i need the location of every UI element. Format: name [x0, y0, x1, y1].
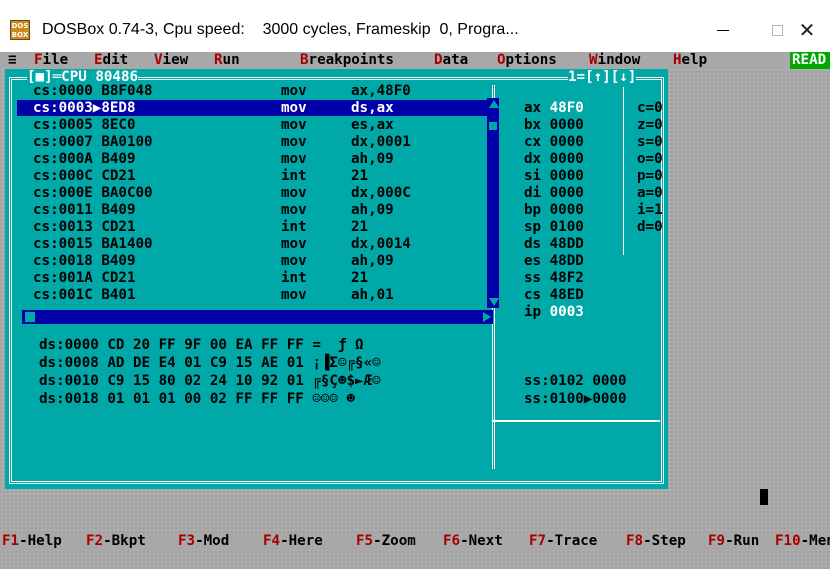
- fkey-breakpoint[interactable]: F2-Bkpt: [86, 533, 146, 549]
- flag-interrupt[interactable]: i=1: [637, 202, 663, 218]
- pane-divider-horizontal: [492, 420, 660, 422]
- code-horizontal-scrollbar[interactable]: [22, 310, 493, 324]
- code-row[interactable]: cs:0007 BA0100 mov dx,0001: [17, 134, 487, 150]
- window-titlebar[interactable]: DOS BOX DOSBox 0.74-3, Cpu speed: 3000 c…: [0, 0, 830, 52]
- register-sp[interactable]: sp 0100: [524, 219, 584, 235]
- register-ss[interactable]: ss 48F2: [524, 270, 584, 286]
- code-row-selected[interactable]: cs:0003▶8ED8 mov ds,ax: [17, 100, 487, 116]
- register-si[interactable]: si 0000: [524, 168, 584, 184]
- close-icon: ✕: [798, 18, 816, 42]
- code-row[interactable]: cs:0013 CD21 int 21: [17, 219, 487, 235]
- code-row[interactable]: cs:0011 B409 mov ah,09: [17, 202, 487, 218]
- text-cursor: [760, 489, 768, 505]
- minimize-button[interactable]: [700, 14, 746, 46]
- register-bp[interactable]: bp 0000: [524, 202, 584, 218]
- flag-zero[interactable]: z=0: [637, 117, 663, 133]
- maximize-icon: [771, 24, 783, 36]
- flags-divider: [623, 87, 624, 255]
- minimize-icon: [717, 29, 729, 31]
- code-row[interactable]: cs:0018 B409 mov ah,09: [17, 253, 487, 269]
- code-row[interactable]: cs:000E BA0C00 mov dx,000C: [17, 185, 487, 201]
- code-row[interactable]: cs:001C B401 mov ah,01: [17, 287, 487, 303]
- fkey-modify[interactable]: F3-Mod: [178, 533, 229, 549]
- menu-file[interactable]: File: [34, 52, 68, 68]
- code-row[interactable]: cs:001A CD21 int 21: [17, 270, 487, 286]
- system-menu[interactable]: ≡: [8, 52, 17, 68]
- code-row[interactable]: cs:000A B409 mov ah,09: [17, 151, 487, 167]
- register-ip[interactable]: ip 0003: [524, 304, 584, 320]
- code-vertical-scrollbar[interactable]: [487, 98, 499, 308]
- scroll-left-thumb[interactable]: [25, 312, 35, 322]
- window-title: DOSBox 0.74-3, Cpu speed: 3000 cycles, F…: [42, 21, 519, 38]
- menu-window[interactable]: Window: [589, 52, 640, 68]
- menu-run[interactable]: Run: [214, 52, 240, 68]
- menu-help[interactable]: Help: [673, 52, 707, 68]
- dos-screen: ≡ File Edit View Run Breakpoints Data Op…: [0, 52, 830, 569]
- scroll-down-arrow-icon[interactable]: [489, 298, 499, 306]
- register-cs[interactable]: cs 48ED: [524, 287, 584, 303]
- scroll-up-arrow-icon[interactable]: [489, 100, 499, 108]
- dump-row[interactable]: ds:0000 CD 20 FF 9F 00 EA FF FF = ƒ Ω: [39, 337, 364, 353]
- dump-row[interactable]: ds:0010 C9 15 80 02 24 10 92 01 ╔§Ç☻$►Æ☺: [39, 373, 381, 389]
- register-ax[interactable]: ax 48F0: [524, 100, 584, 116]
- fkey-trace[interactable]: F7-Trace: [529, 533, 597, 549]
- code-row[interactable]: cs:0015 BA1400 mov dx,0014: [17, 236, 487, 252]
- window-number-and-zoom[interactable]: 1=[↑][↓]: [568, 69, 637, 85]
- flag-auxiliary[interactable]: a=0: [637, 185, 663, 201]
- flag-overflow[interactable]: o=0: [637, 151, 663, 167]
- register-ds[interactable]: ds 48DD: [524, 236, 584, 252]
- menu-breakpoints[interactable]: Breakpoints: [300, 52, 394, 68]
- flag-parity[interactable]: p=0: [637, 168, 663, 184]
- status-ready-indicator: READ: [790, 52, 830, 69]
- scroll-thumb[interactable]: [489, 122, 497, 130]
- menu-edit[interactable]: Edit: [94, 52, 128, 68]
- menu-data[interactable]: Data: [434, 52, 468, 68]
- fkey-here[interactable]: F4-Here: [263, 533, 323, 549]
- fkey-step[interactable]: F8-Step: [626, 533, 686, 549]
- dosbox-app-icon: DOS BOX: [10, 20, 30, 40]
- flag-direction[interactable]: d=0: [637, 219, 663, 235]
- register-cx[interactable]: cx 0000: [524, 134, 584, 150]
- register-bx[interactable]: bx 0000: [524, 117, 584, 133]
- flag-carry[interactable]: c=0: [637, 100, 663, 116]
- fkey-menu[interactable]: F10-Menu: [775, 533, 830, 549]
- cpu-window[interactable]: [■]═CPU 80486 1=[↑][↓] cs:0000 B8F048 mov…: [5, 69, 668, 489]
- menu-options[interactable]: Options: [497, 52, 557, 68]
- fkey-run[interactable]: F9-Run: [708, 533, 759, 549]
- stack-row[interactable]: ss:0102 0000: [524, 373, 627, 389]
- fkey-zoom[interactable]: F5-Zoom: [356, 533, 416, 549]
- code-row[interactable]: cs:0005 8EC0 mov es,ax: [17, 117, 487, 133]
- register-di[interactable]: di 0000: [524, 185, 584, 201]
- dump-row[interactable]: ds:0008 AD DE E4 01 C9 15 AE 01 ¡▐Σ☺╔§«☺: [39, 355, 381, 371]
- stack-row-current[interactable]: ss:0100▶0000: [524, 391, 627, 407]
- function-key-bar: F1-Help F2-Bkpt F3-Mod F4-Here F5-Zoom F…: [0, 533, 830, 550]
- menu-view[interactable]: View: [154, 52, 188, 68]
- code-row[interactable]: cs:000C CD21 int 21: [17, 168, 487, 184]
- flag-sign[interactable]: s=0: [637, 134, 663, 150]
- menu-bar: ≡ File Edit View Run Breakpoints Data Op…: [0, 52, 830, 69]
- fkey-help[interactable]: F1-Help: [2, 533, 62, 549]
- register-es[interactable]: es 48DD: [524, 253, 584, 269]
- close-button[interactable]: ✕: [784, 14, 830, 46]
- scroll-right-arrow-icon[interactable]: [483, 312, 491, 322]
- fkey-next[interactable]: F6-Next: [443, 533, 503, 549]
- register-dx[interactable]: dx 0000: [524, 151, 584, 167]
- dump-row[interactable]: ds:0018 01 01 01 00 02 FF FF FF ☺☺☺ ☻: [39, 391, 355, 407]
- code-row[interactable]: cs:0000 B8F048 mov ax,48F0: [17, 83, 487, 99]
